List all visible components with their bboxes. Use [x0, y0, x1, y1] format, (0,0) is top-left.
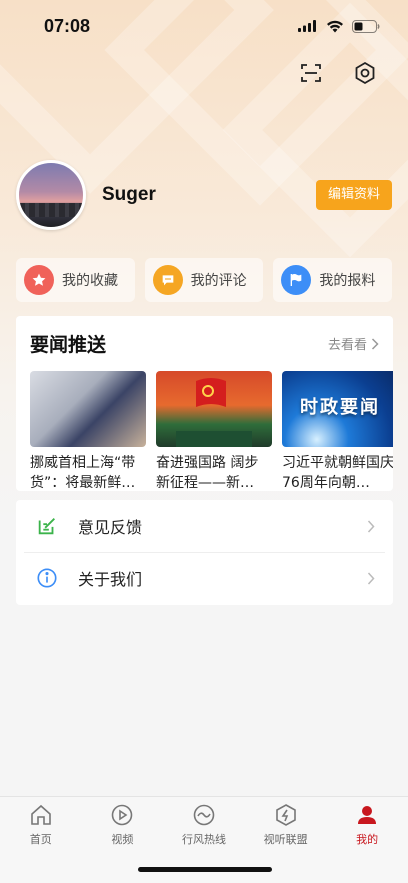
alliance-icon	[275, 804, 296, 826]
my-favorites-button[interactable]: 我的收藏	[16, 258, 135, 302]
info-icon	[37, 568, 57, 588]
news-thumbnail	[30, 371, 146, 447]
tab-label: 视听联盟	[263, 833, 308, 846]
wifi-icon	[327, 20, 343, 32]
scan-icon[interactable]	[298, 60, 324, 86]
chevron-right-icon	[371, 337, 379, 350]
edit-profile-button[interactable]: 编辑资料	[315, 180, 392, 210]
news-thumbnail	[156, 371, 272, 447]
thumbnail-text: 时政要闻	[300, 397, 380, 418]
tab-label: 我的	[356, 833, 379, 846]
news-thumbnail: 时政要闻	[282, 371, 393, 447]
chevron-right-icon	[367, 519, 375, 533]
tab-home[interactable]: 首页	[0, 797, 82, 853]
tab-label: 行风热线	[181, 833, 226, 846]
news-caption: 挪威首相上海“带货”：将最新鲜…	[30, 455, 136, 491]
bottom-tab-bar: 首页 视频 行风热线 视听联盟 我的	[0, 796, 408, 883]
section-title: 要闻推送	[30, 334, 107, 356]
feedback-label: 意见反馈	[78, 518, 143, 537]
status-time: 07:08	[44, 15, 91, 36]
my-comments-label: 我的评论	[190, 273, 247, 289]
hotline-icon	[193, 804, 215, 826]
my-reports-label: 我的报料	[319, 273, 376, 289]
user-icon	[358, 806, 377, 824]
my-reports-button[interactable]: 我的报料	[273, 258, 393, 302]
avatar[interactable]	[16, 160, 86, 230]
news-push-section: 要闻推送 去看看 挪威首相上海“带货”：将最新鲜… 奋进强国路 阔步新征程——新…	[16, 316, 393, 491]
tab-alliance[interactable]: 视听联盟	[245, 797, 327, 853]
my-comments-button[interactable]: 我的评论	[144, 258, 264, 302]
profile-header: Suger 编辑资料	[16, 160, 392, 230]
tab-hotline[interactable]: 行风热线	[163, 797, 245, 853]
flag-icon	[281, 265, 312, 295]
news-item[interactable]: 奋进强国路 阔步新征程——新…	[156, 371, 272, 491]
settings-menu: 意见反馈 关于我们	[16, 500, 393, 605]
home-icon	[30, 804, 51, 825]
settings-icon[interactable]	[352, 60, 378, 86]
tab-label: 视频	[111, 833, 134, 846]
feedback-menu-item[interactable]: 意见反馈	[16, 500, 393, 552]
cellular-signal-icon	[298, 20, 316, 32]
news-caption: 奋进强国路 阔步新征程——新…	[156, 455, 259, 491]
feedback-icon	[38, 518, 55, 535]
see-more-label: 去看看	[327, 338, 367, 353]
news-caption: 习近平就朝鲜国庆76周年向朝…	[282, 455, 393, 491]
tab-label: 首页	[29, 833, 52, 846]
tab-mine[interactable]: 我的	[326, 797, 408, 853]
news-item[interactable]: 时政要闻 习近平就朝鲜国庆76周年向朝…	[282, 371, 393, 491]
battery-icon	[352, 19, 380, 33]
my-favorites-label: 我的收藏	[62, 273, 118, 289]
star-icon	[24, 265, 54, 295]
about-us-label: 关于我们	[78, 570, 143, 589]
tab-video[interactable]: 视频	[82, 797, 164, 853]
play-icon	[112, 804, 133, 826]
chevron-right-icon	[367, 571, 375, 585]
username: Suger	[102, 184, 156, 205]
news-item[interactable]: 挪威首相上海“带货”：将最新鲜…	[30, 371, 146, 491]
home-indicator	[138, 867, 272, 872]
quick-actions: 我的收藏 我的评论 我的报料	[16, 258, 393, 302]
status-bar: 07:08	[0, 0, 408, 52]
see-more-link[interactable]: 去看看	[328, 334, 379, 353]
comment-icon	[152, 265, 183, 295]
about-us-menu-item[interactable]: 关于我们	[16, 552, 393, 604]
